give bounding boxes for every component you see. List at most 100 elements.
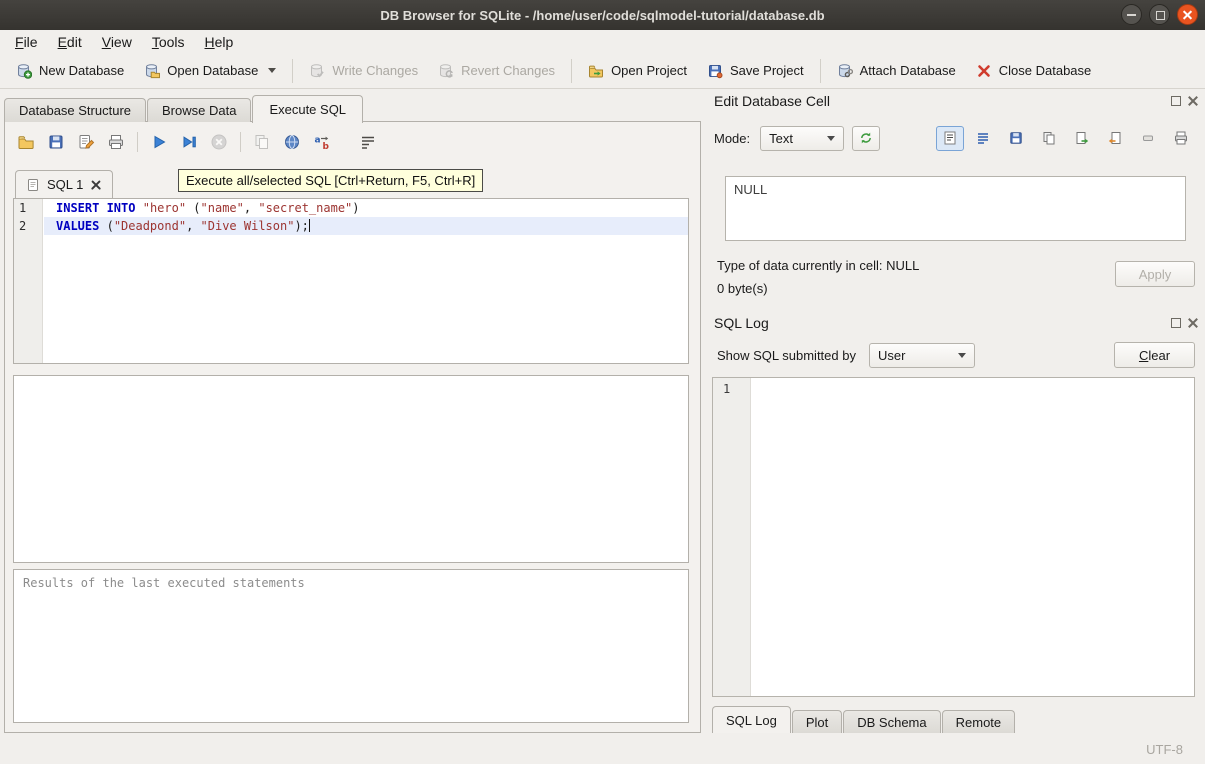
tab-database-structure[interactable]: Database Structure — [4, 98, 146, 122]
print-sql-button[interactable] — [101, 128, 131, 156]
tab-browse-data[interactable]: Browse Data — [147, 98, 251, 122]
log-line-number: 1 — [713, 378, 750, 396]
clear-log-button[interactable]: Clear — [1114, 342, 1195, 368]
print-cell-button[interactable] — [1167, 126, 1195, 151]
stop-execution-button[interactable] — [204, 128, 234, 156]
tab-remote[interactable]: Remote — [942, 710, 1016, 733]
export-results-icon — [253, 133, 271, 151]
tab-sql-log[interactable]: SQL Log — [712, 706, 791, 733]
cell-type-info: Type of data currently in cell: NULL — [717, 258, 919, 273]
submitted-by-combobox[interactable]: User — [869, 343, 975, 368]
menu-edit[interactable]: Edit — [48, 32, 92, 52]
close-database-button[interactable]: Close Database — [966, 57, 1102, 85]
menubar: File Edit View Tools Help — [0, 30, 1205, 53]
stop-icon — [210, 133, 228, 151]
auto-switch-mode-button[interactable] — [852, 126, 880, 151]
toolbar-separator — [820, 59, 821, 83]
word-wrap-button[interactable] — [353, 128, 383, 156]
cell-value-editor[interactable]: NULL — [725, 176, 1186, 241]
save-sql-file-button[interactable] — [41, 128, 71, 156]
open-sql-file-icon — [17, 133, 35, 151]
cell-value: NULL — [734, 182, 767, 197]
float-dock-icon[interactable] — [1170, 317, 1182, 329]
open-database-button[interactable]: Open Database — [134, 57, 286, 85]
globe-icon — [283, 133, 301, 151]
close-database-icon — [976, 63, 992, 79]
save-as-icon — [1008, 130, 1024, 146]
write-changes-button[interactable]: Write Changes — [299, 57, 428, 85]
close-tab-icon[interactable] — [90, 179, 102, 191]
list-view-icon — [975, 130, 991, 146]
svg-text:b: b — [323, 142, 330, 151]
open-sql-file-button[interactable] — [11, 128, 41, 156]
revert-changes-button[interactable]: Revert Changes — [428, 57, 565, 85]
save-cell-as-button[interactable] — [1002, 126, 1030, 151]
new-database-button[interactable]: New Database — [6, 57, 134, 85]
export-cell-icon — [1074, 130, 1090, 146]
window-title: DB Browser for SQLite - /home/user/code/… — [380, 8, 824, 23]
copy-cell-button[interactable] — [1035, 126, 1063, 151]
print-icon — [107, 133, 125, 151]
open-project-button[interactable]: Open Project — [578, 57, 697, 85]
save-project-button[interactable]: Save Project — [697, 57, 814, 85]
code-line-current: VALUES ("Deadpond", "Dive Wilson"); — [44, 217, 688, 235]
open-project-icon — [588, 63, 604, 79]
export-results-button[interactable] — [247, 128, 277, 156]
float-dock-icon[interactable] — [1170, 95, 1182, 107]
edit-cell-dock-header: Edit Database Cell — [706, 92, 1203, 110]
statusbar: UTF-8 — [0, 735, 1205, 764]
filter-label: Show SQL submitted by — [717, 348, 856, 363]
execute-line-button[interactable] — [174, 128, 204, 156]
menu-view[interactable]: View — [92, 32, 142, 52]
execute-all-button[interactable] — [144, 128, 174, 156]
results-grid[interactable] — [13, 375, 689, 563]
mode-combobox[interactable]: Text — [760, 126, 844, 151]
line-number-gutter: 1 2 — [14, 199, 43, 363]
window-controls — [1121, 4, 1198, 25]
code-area[interactable]: INSERT INTO "hero" ("name", "secret_name… — [44, 199, 688, 235]
maximize-icon[interactable] — [1149, 4, 1170, 25]
close-dock-icon[interactable] — [1187, 317, 1199, 329]
open-database-dropdown-icon[interactable] — [268, 68, 276, 73]
encoding-indicator[interactable]: UTF-8 — [1146, 742, 1183, 757]
toolbar-separator — [292, 59, 293, 83]
find-replace-button[interactable]: a b — [307, 128, 337, 156]
tab-plot[interactable]: Plot — [792, 710, 842, 733]
find-replace-icon: a b — [313, 133, 331, 151]
execution-log[interactable]: Results of the last executed statements — [13, 569, 689, 723]
close-icon[interactable] — [1177, 4, 1198, 25]
tooltip: Execute all/selected SQL [Ctrl+Return, F… — [178, 169, 483, 192]
menu-tools[interactable]: Tools — [142, 32, 195, 52]
save-project-icon — [707, 63, 723, 79]
code-line: INSERT INTO "hero" ("name", "secret_name… — [44, 199, 688, 217]
menu-file[interactable]: File — [5, 32, 48, 52]
import-cell-button[interactable] — [1101, 126, 1129, 151]
sql-document-tab[interactable]: SQL 1 — [15, 170, 113, 198]
execute-sql-panel: a b SQL 1 1 2 INSERT I — [4, 121, 701, 733]
sql-file-icon — [26, 178, 40, 192]
svg-text:a: a — [315, 136, 321, 146]
tooltip-text: Execute all/selected SQL [Ctrl+Return, F… — [186, 173, 475, 188]
save-sql-as-button[interactable] — [71, 128, 101, 156]
browse-sql-button[interactable] — [277, 128, 307, 156]
tab-execute-sql[interactable]: Execute SQL — [252, 95, 363, 123]
mode-label: Mode: — [714, 131, 750, 146]
right-pane: Edit Database Cell Mode: Text — [706, 90, 1203, 733]
tab-db-schema[interactable]: DB Schema — [843, 710, 940, 733]
open-database-icon — [144, 63, 160, 79]
revert-changes-icon — [438, 63, 454, 79]
attach-database-button[interactable]: Attach Database — [827, 57, 966, 85]
export-cell-button[interactable] — [1068, 126, 1096, 151]
close-dock-icon[interactable] — [1187, 95, 1199, 107]
sql-log-view[interactable]: 1 — [712, 377, 1195, 697]
menu-help[interactable]: Help — [195, 32, 244, 52]
sql-tab-label: SQL 1 — [47, 177, 83, 192]
minimize-icon[interactable] — [1121, 4, 1142, 25]
sql-editor[interactable]: 1 2 INSERT INTO "hero" ("name", "secret_… — [13, 198, 689, 364]
text-view-button[interactable] — [936, 126, 964, 151]
list-view-button[interactable] — [969, 126, 997, 151]
apply-button[interactable]: Apply — [1115, 261, 1195, 287]
set-null-button[interactable] — [1134, 126, 1162, 151]
execute-all-icon — [150, 133, 168, 151]
sql-log-title: SQL Log — [710, 315, 1165, 331]
